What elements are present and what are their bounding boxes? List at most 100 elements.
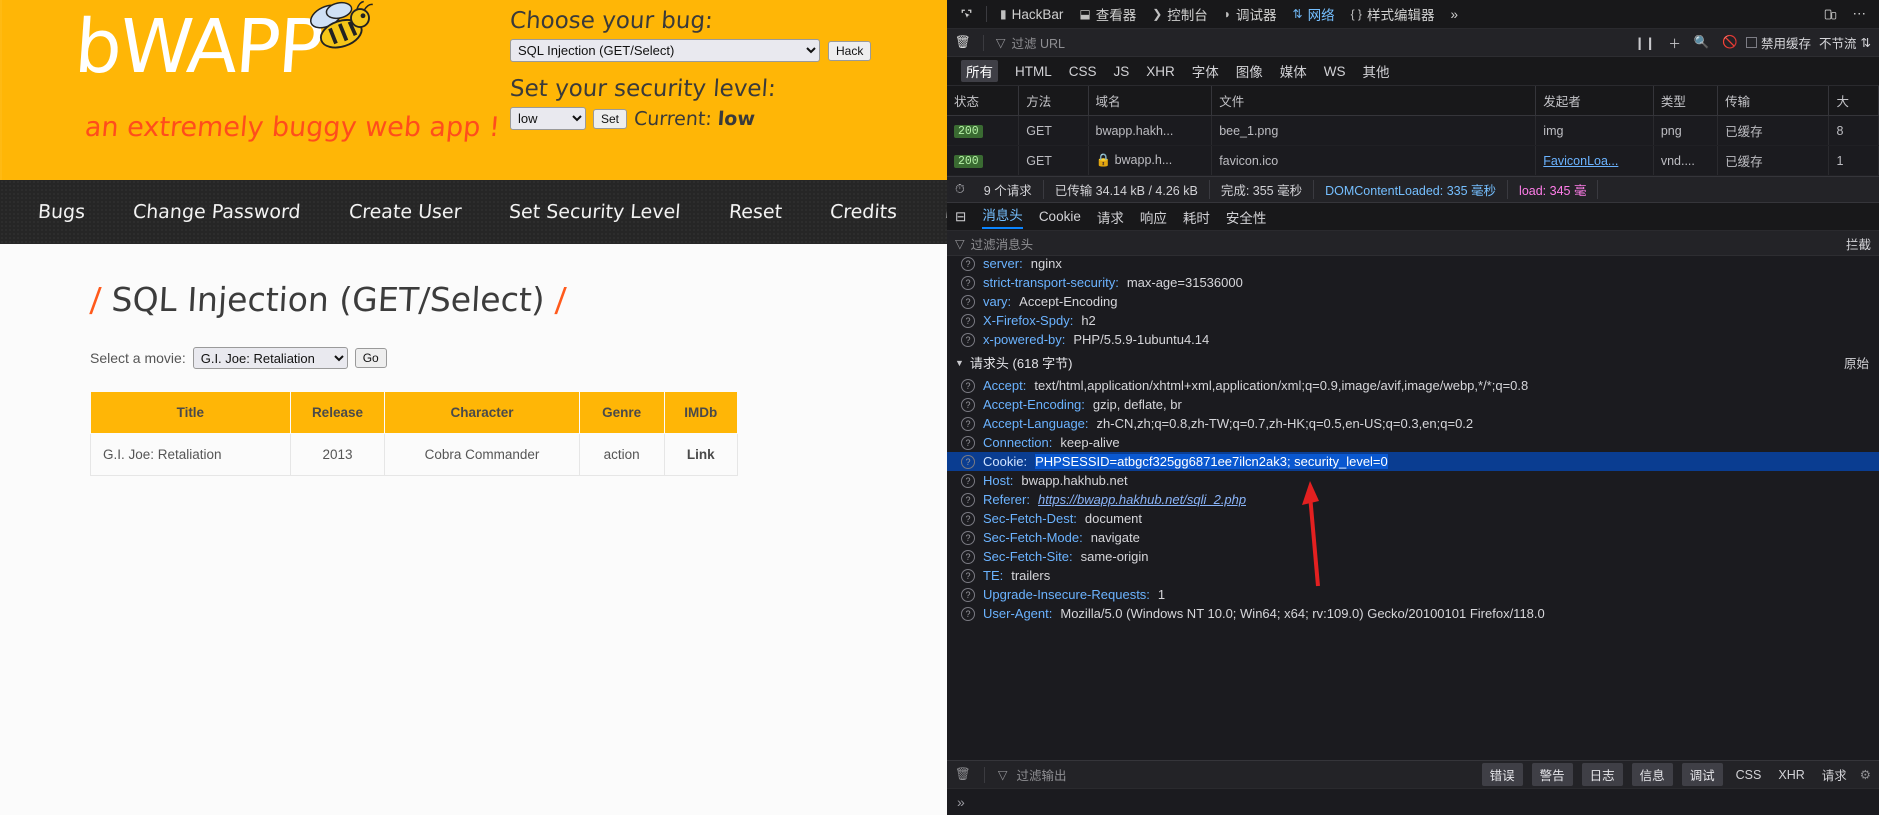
more-tabs-button[interactable]: » — [1443, 4, 1465, 25]
help-icon[interactable]: ? — [961, 549, 975, 564]
detail-tab-cookie[interactable]: Cookie — [1039, 209, 1081, 224]
header-filter-bar[interactable]: ▽ 过滤消息头 拦截 — [947, 231, 1879, 256]
help-icon[interactable]: ? — [961, 473, 975, 488]
net-col-file[interactable]: 文件 — [1211, 86, 1537, 116]
go-button[interactable]: Go — [354, 348, 387, 368]
network-row[interactable]: 200 GET bwapp.hakh... bee_1.png img png … — [947, 115, 1879, 146]
detail-panel-toggle-icon[interactable]: ⊟ — [955, 209, 966, 225]
headers-list[interactable]: ? server: nginx ? strict-transport-secur… — [947, 256, 1879, 760]
network-row[interactable]: 200 GET 🔒 bwapp.h... favicon.ico Favicon… — [947, 145, 1879, 176]
help-icon[interactable]: ? — [961, 416, 975, 431]
type-filter-xhr[interactable]: XHR — [1146, 64, 1175, 79]
help-icon[interactable]: ? — [961, 587, 975, 602]
console-filter-requests[interactable]: 请求 — [1818, 763, 1851, 786]
pause-icon[interactable]: ❙❙ — [1634, 35, 1655, 50]
bug-select[interactable]: SQL Injection (GET/Select) — [510, 39, 820, 62]
type-filter-ws[interactable]: WS — [1324, 64, 1346, 79]
nav-item-credits[interactable]: Credits — [829, 201, 898, 223]
nav-item-set-security-level[interactable]: Set Security Level — [508, 201, 681, 223]
request-headers-section-header[interactable]: ▼ 请求头 (618 字节) 原始 — [947, 349, 1879, 376]
help-icon[interactable]: ? — [961, 511, 975, 526]
type-filter-js[interactable]: JS — [1114, 64, 1130, 79]
column-header-character: Character — [384, 391, 580, 434]
net-col-domain[interactable]: 域名 — [1088, 86, 1213, 116]
help-icon[interactable]: ? — [961, 332, 975, 347]
console-filter-errors[interactable]: 错误 — [1481, 763, 1523, 786]
help-icon[interactable]: ? — [961, 378, 975, 393]
clear-requests-icon[interactable]: 🗑 — [955, 35, 971, 50]
tab-console[interactable]: ❯ 控制台 — [1145, 1, 1215, 27]
console-filter-warnings[interactable]: 警告 — [1531, 763, 1573, 786]
console-filter-css[interactable]: CSS — [1732, 766, 1766, 784]
nav-item-change-password[interactable]: Change Password — [132, 201, 301, 223]
type-filter-font[interactable]: 字体 — [1192, 61, 1219, 81]
console-filter-debug[interactable]: 调试 — [1681, 763, 1723, 786]
net-col-status[interactable]: 状态 — [947, 86, 1020, 116]
console-filter-xhr[interactable]: XHR — [1774, 766, 1808, 784]
net-col-transfer[interactable]: 传输 — [1717, 86, 1830, 116]
raw-toggle-label[interactable]: 原始 — [1844, 353, 1871, 372]
tab-inspector[interactable]: ⬓ 查看器 — [1072, 1, 1143, 27]
net-col-method[interactable]: 方法 — [1018, 86, 1089, 116]
lock-icon: 🔒 — [1095, 153, 1112, 167]
initiator-link[interactable]: FaviconLoa... — [1543, 154, 1618, 168]
console-filter-placeholder[interactable]: 过滤输出 — [1017, 765, 1067, 784]
clear-console-icon[interactable]: 🗑 — [955, 767, 971, 782]
security-level-select[interactable]: low — [510, 107, 586, 130]
nav-item-bugs[interactable]: Bugs — [37, 201, 86, 223]
help-icon[interactable]: ? — [961, 294, 975, 309]
tab-debugger[interactable]: ◗ 调试器 — [1217, 1, 1284, 27]
throttle-select[interactable]: 不节流 ⇅ — [1819, 33, 1871, 52]
type-filter-media[interactable]: 媒体 — [1280, 61, 1307, 81]
detail-tab-headers[interactable]: 消息头 — [982, 204, 1023, 229]
net-col-initiator[interactable]: 发起者 — [1535, 86, 1654, 116]
header-row-cookie[interactable]: ? Cookie: PHPSESSID=atbgcf325gg6871ee7il… — [947, 452, 1879, 471]
help-icon[interactable]: ? — [961, 397, 975, 412]
help-icon[interactable]: ? — [961, 435, 975, 450]
help-icon[interactable]: ? — [961, 313, 975, 328]
help-icon[interactable]: ? — [961, 256, 975, 271]
tab-style-editor[interactable]: { } 样式编辑器 — [1344, 1, 1442, 27]
tab-network[interactable]: ⇅ 网络 — [1286, 1, 1342, 27]
net-col-size[interactable]: 大 — [1828, 86, 1879, 116]
type-filter-all[interactable]: 所有 — [961, 60, 998, 82]
help-icon[interactable]: ? — [961, 530, 975, 545]
net-cell-domain-text: bwapp.h... — [1114, 153, 1173, 167]
set-button[interactable]: Set — [593, 108, 628, 129]
type-filter-other[interactable]: 其他 — [1363, 61, 1390, 81]
help-icon[interactable]: ? — [961, 275, 975, 290]
block-icon[interactable]: 🚫 — [1722, 35, 1738, 50]
detail-tab-timings[interactable]: 耗时 — [1183, 207, 1210, 227]
tab-hackbar[interactable]: ▮ HackBar — [993, 4, 1070, 25]
console-settings-icon[interactable]: ⚙ — [1860, 767, 1871, 782]
help-icon[interactable]: ? — [961, 492, 975, 507]
console-filter-logs[interactable]: 日志 — [1581, 763, 1623, 786]
search-icon[interactable]: 🔍 — [1694, 35, 1710, 50]
add-icon[interactable]: ＋ — [1668, 33, 1681, 52]
help-icon[interactable]: ? — [961, 454, 975, 469]
responsive-mode-icon[interactable] — [1817, 5, 1844, 24]
devtools-menu-icon[interactable]: ⋯ — [1846, 3, 1874, 25]
net-col-type[interactable]: 类型 — [1653, 86, 1719, 116]
block-button[interactable]: 拦截 — [1846, 234, 1871, 253]
movie-select[interactable]: G.I. Joe: Retaliation — [192, 347, 348, 369]
nav-item-create-user[interactable]: Create User — [348, 201, 462, 223]
console-filter-info[interactable]: 信息 — [1631, 763, 1673, 786]
help-icon[interactable]: ? — [961, 606, 975, 621]
detail-tab-response[interactable]: 响应 — [1140, 207, 1167, 227]
hack-button[interactable]: Hack — [828, 40, 872, 61]
filter-url-field[interactable]: ▽ 过滤 URL — [996, 33, 1626, 52]
detail-tab-request[interactable]: 请求 — [1097, 207, 1124, 227]
header-value-referer-link[interactable]: https://bwapp.hakhub.net/sqli_2.php — [1038, 492, 1246, 507]
console-input[interactable]: » — [947, 788, 1879, 815]
help-icon[interactable]: ? — [961, 568, 975, 583]
nav-item-reset[interactable]: Reset — [728, 201, 783, 223]
detail-tab-security[interactable]: 安全性 — [1226, 207, 1267, 227]
type-filter-css[interactable]: CSS — [1069, 64, 1097, 79]
type-filter-html[interactable]: HTML — [1015, 64, 1052, 79]
header-value-cookie[interactable]: PHPSESSID=atbgcf325gg6871ee7ilcn2ak3; se… — [1035, 454, 1388, 469]
picker-icon[interactable] — [953, 5, 980, 24]
type-filter-image[interactable]: 图像 — [1236, 61, 1263, 81]
disable-cache-checkbox[interactable]: 禁用缓存 — [1745, 33, 1811, 52]
cell-imdb-link[interactable]: Link — [663, 433, 739, 476]
